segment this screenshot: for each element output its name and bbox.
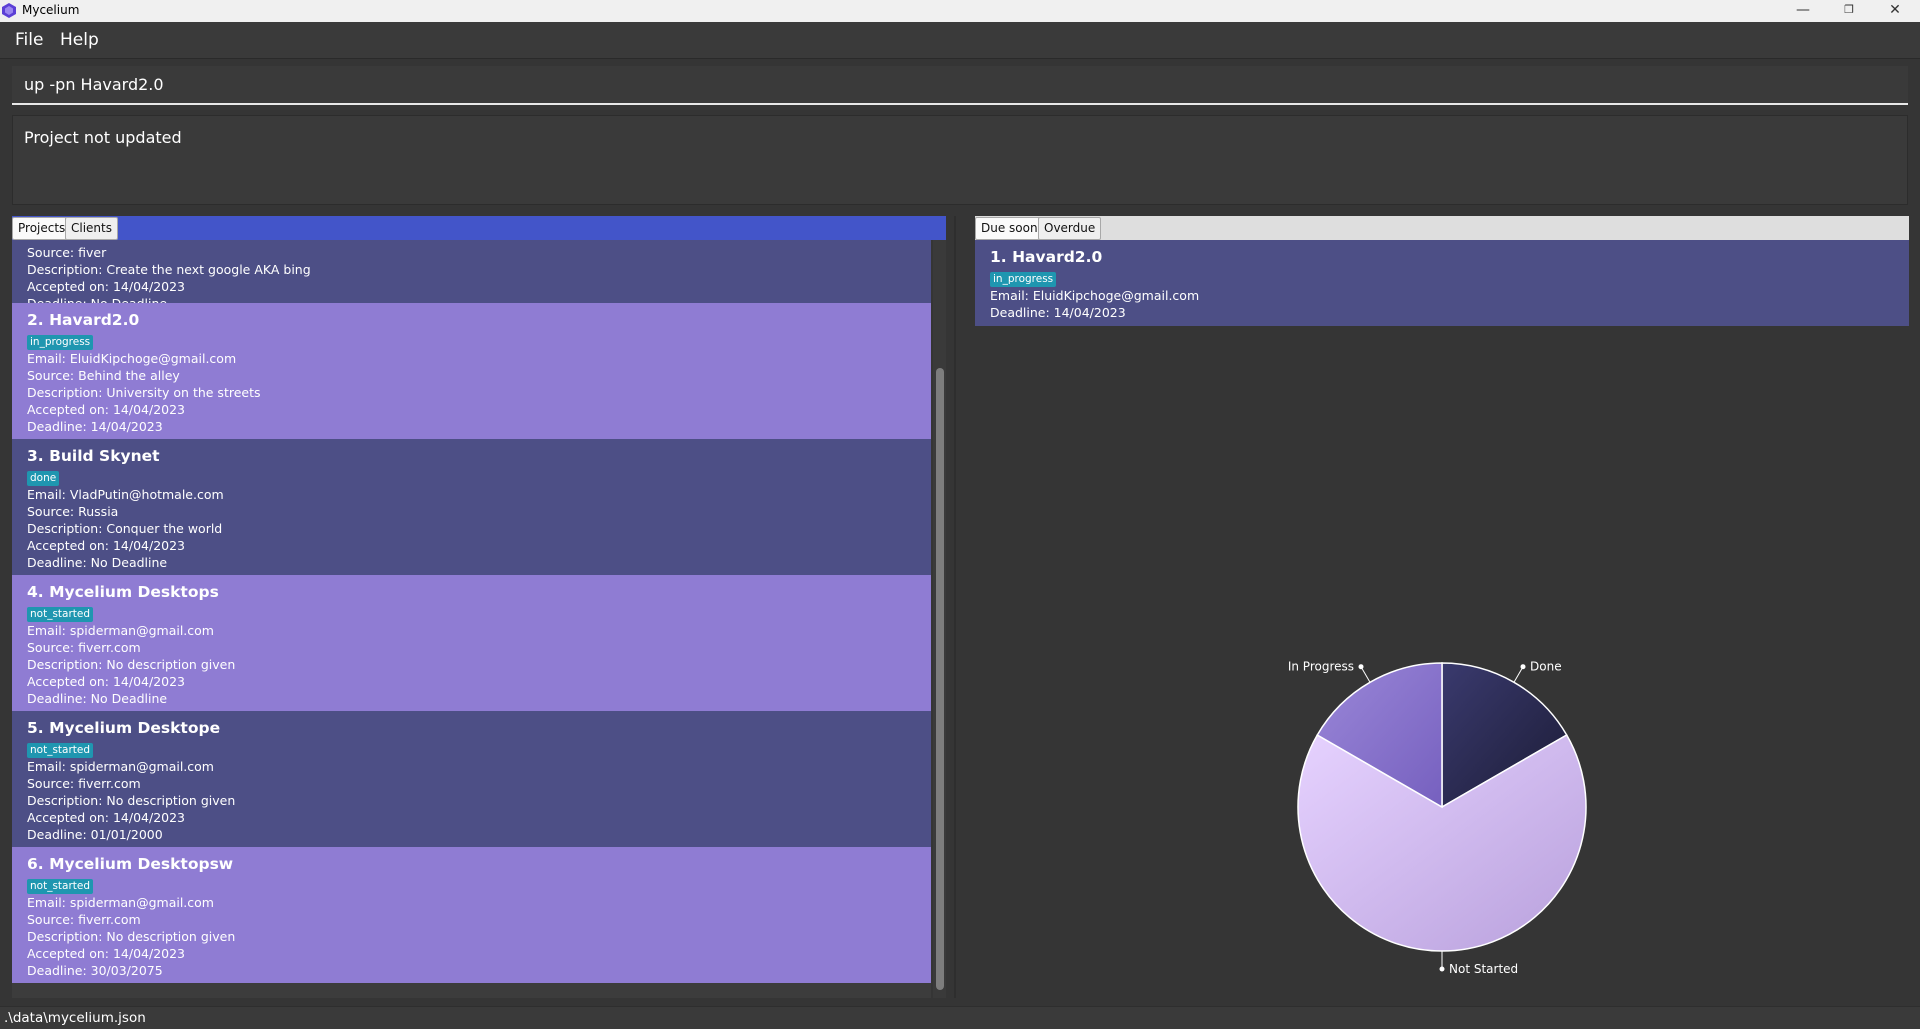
list-item[interactable]: 2. Havard2.0 in_progress Email: EluidKipch… [12, 303, 931, 439]
project-description: Description: No description given [27, 793, 236, 808]
window-title: Mycelium [22, 3, 80, 17]
menu-bar: File Help [0, 22, 1920, 59]
mycelium-logo-icon [2, 3, 16, 18]
list-item[interactable]: 6. Mycelium Desktopsw not_started Email: s… [12, 847, 931, 983]
command-input[interactable]: up -pn Havard2.0 [12, 66, 1908, 105]
project-description: Description: University on the streets [27, 385, 261, 400]
left-tab-bar: Projects Clients [12, 216, 946, 240]
pie-label: In Progress [1288, 660, 1354, 674]
pie-label-dot [1520, 664, 1526, 670]
list-item[interactable]: 5. Mycelium Desktope not_started Email: sp… [12, 711, 931, 847]
pie-label: Done [1530, 660, 1562, 674]
project-deadline: Deadline: 01/01/2000 [27, 827, 163, 842]
project-email: Email: spiderman@gmail.com [27, 895, 214, 910]
project-description: Description: No description given [27, 657, 236, 672]
command-text: up -pn Havard2.0 [24, 75, 164, 94]
project-source: Source: fiverr.com [27, 912, 141, 927]
project-accepted: Accepted on: 14/04/2023 [27, 810, 186, 825]
title-bar: Mycelium — ❐ ✕ [0, 0, 1920, 22]
project-email: Email: EluidKipchoge@gmail.com [27, 351, 237, 366]
list-item[interactable]: 3. Build Skynet done Email: VladPutin@hotm… [12, 439, 931, 575]
project-title: 2. Havard2.0 [27, 311, 140, 329]
status-bar: .\data\mycelium.json [0, 1006, 1920, 1029]
project-deadline: Deadline: 30/03/2075 [27, 963, 163, 978]
tab-clients[interactable]: Clients [65, 217, 118, 240]
project-title: 4. Mycelium Desktops [27, 583, 219, 601]
status-badge: not_started [27, 743, 94, 758]
tab-projects[interactable]: Projects [12, 217, 72, 240]
panel-divider[interactable] [954, 216, 956, 998]
project-accepted: Accepted on: 14/04/2023 [27, 538, 186, 553]
project-title: 6. Mycelium Desktopsw [27, 855, 234, 873]
list-item[interactable]: 4. Mycelium Desktops not_started Email: sp… [12, 575, 931, 711]
project-accepted: Accepted on: 14/04/2023 [27, 279, 186, 294]
result-display: Project not updated [12, 115, 1908, 205]
project-source: Source: fiverr.com [27, 776, 141, 791]
project-accepted: Accepted on: 14/04/2023 [27, 402, 186, 417]
status-file-path: .\data\mycelium.json [4, 1010, 146, 1026]
list-scrollbar[interactable] [933, 240, 946, 998]
project-accepted: Accepted on: 14/04/2023 [27, 946, 186, 961]
result-text: Project not updated [24, 128, 182, 147]
project-title: 3. Build Skynet [27, 447, 160, 465]
project-source: Source: fiver [27, 245, 107, 260]
project-description: Description: No description given [27, 929, 236, 944]
project-deadline: Deadline: No Deadline [27, 691, 168, 706]
project-title: 5. Mycelium Desktope [27, 719, 221, 737]
project-email: Email: spiderman@gmail.com [27, 759, 214, 774]
scroll-thumb[interactable] [936, 368, 944, 990]
close-icon[interactable]: ✕ [1872, 0, 1918, 22]
project-list[interactable]: Source: fiver Description: Create the ne… [12, 240, 931, 998]
project-accepted: Accepted on: 14/04/2023 [27, 674, 186, 689]
minimize-icon[interactable]: — [1780, 0, 1826, 22]
project-description: Description: Conquer the world [27, 521, 223, 536]
status-pie-chart: Done Not Started In Progress [1288, 660, 1587, 976]
restore-icon[interactable]: ❐ [1826, 0, 1872, 22]
pie-label-dot [1439, 966, 1445, 972]
project-deadline: Deadline: No Deadline [27, 555, 168, 570]
list-item[interactable]: Source: fiver Description: Create the ne… [12, 240, 931, 311]
pie-label: Not Started [1449, 962, 1518, 976]
pie-leader-line [1360, 666, 1371, 683]
pie-label-dot [1358, 664, 1364, 670]
menu-file[interactable]: File [15, 30, 43, 50]
project-list-panel: Projects Clients Source: fiver Descripti… [12, 216, 946, 998]
deadline-panel: Due soon Overdue 1. Havard2.0 in_progres… [975, 216, 1909, 998]
pie-leader-line [1513, 666, 1524, 683]
project-deadline: Deadline: 14/04/2023 [27, 419, 163, 434]
status-badge: in_progress [27, 335, 94, 350]
status-badge: not_started [27, 607, 94, 622]
menu-help[interactable]: Help [60, 30, 99, 50]
project-source: Source: Behind the alley [27, 368, 180, 383]
status-badge: not_started [27, 879, 94, 894]
project-email: Email: VladPutin@hotmale.com [27, 487, 224, 502]
project-source: Source: fiverr.com [27, 640, 141, 655]
status-badge: done [27, 471, 60, 486]
project-source: Source: Russia [27, 504, 119, 519]
project-email: Email: spiderman@gmail.com [27, 623, 214, 638]
project-description: Description: Create the next google AKA … [27, 262, 311, 277]
